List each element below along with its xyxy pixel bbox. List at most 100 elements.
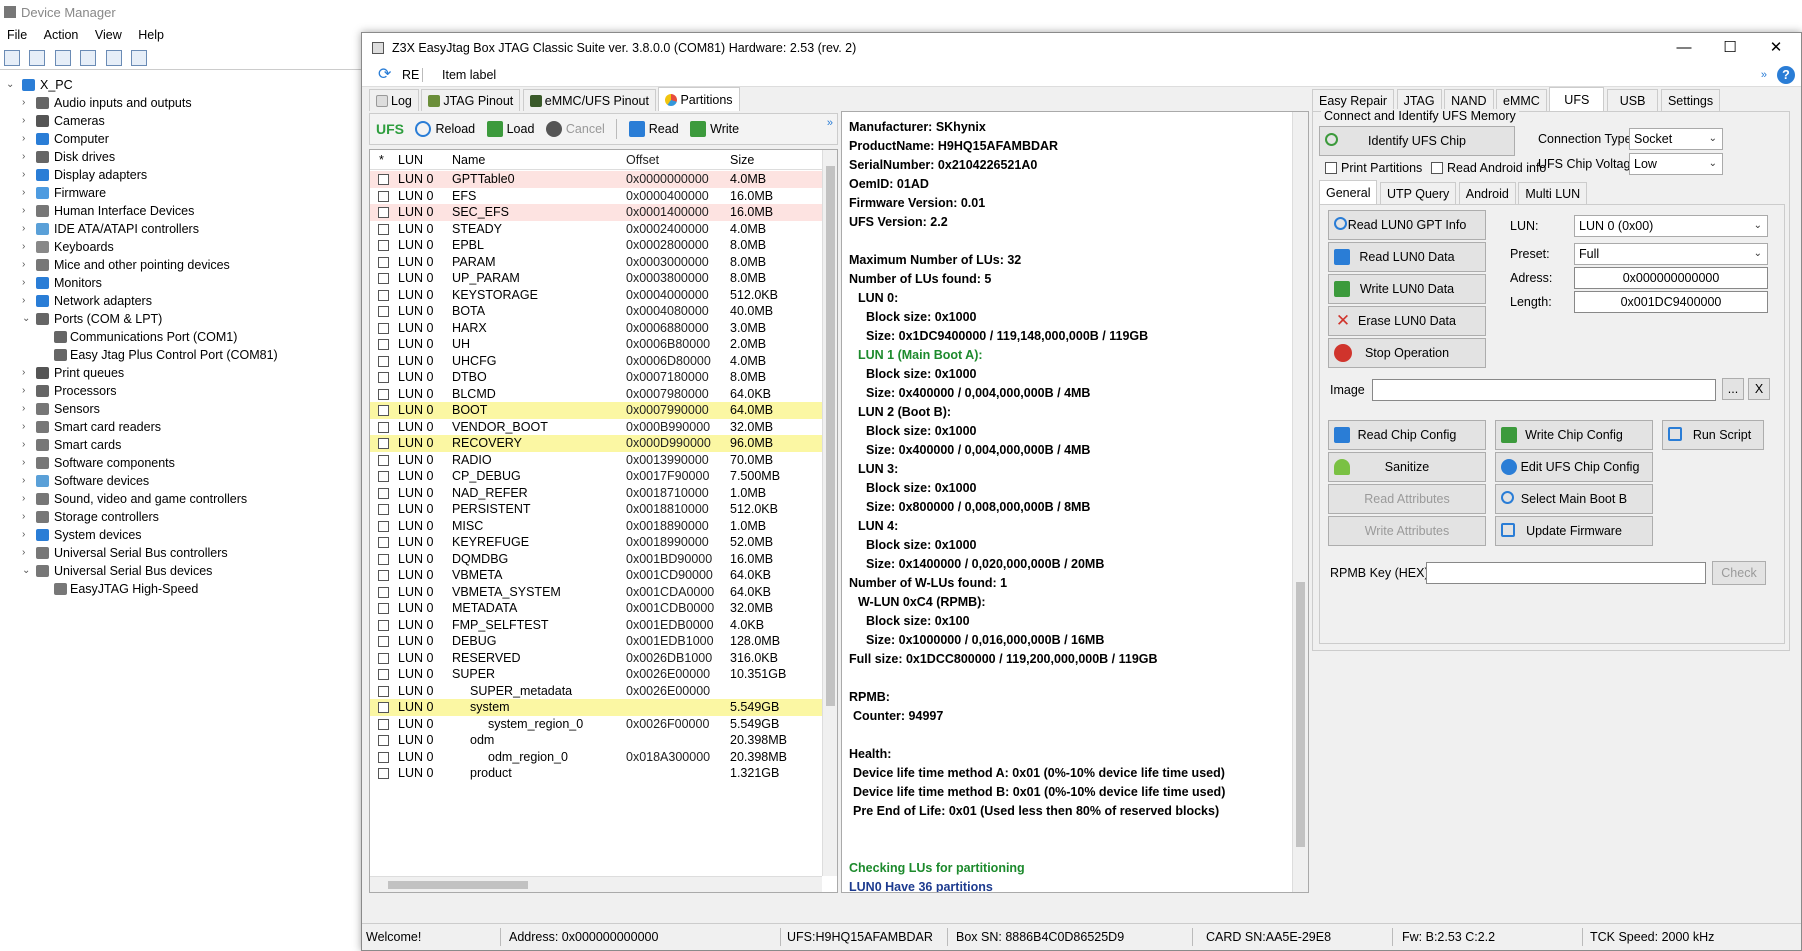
table-row[interactable]: LUN 0 VENDOR_BOOT 0x000B990000 32.0MB [370, 419, 822, 436]
row-checkbox[interactable] [378, 520, 389, 532]
read-data-button[interactable]: Read LUN0 Data [1328, 242, 1486, 272]
expand-arrow-icon[interactable]: › [22, 220, 25, 238]
tree-item[interactable]: › Computer [0, 130, 362, 148]
voltage-select[interactable]: Low ⌄ [1629, 153, 1723, 175]
expand-arrow-icon[interactable]: › [22, 544, 25, 562]
cancel-button[interactable]: Cancel [545, 114, 605, 144]
row-checkbox[interactable] [378, 372, 389, 383]
collapse-arrow-icon[interactable]: ⌄ [22, 310, 30, 328]
expand-arrow-icon[interactable]: › [22, 148, 25, 166]
tree-item[interactable]: EasyJTAG High-Speed [0, 580, 362, 598]
expand-arrow-icon[interactable]: › [22, 202, 25, 220]
expand-arrow-icon[interactable]: › [22, 508, 25, 526]
row-checkbox[interactable] [378, 702, 389, 713]
table-row[interactable]: LUN 0 CP_DEBUG 0x0017F90000 7.500MB [370, 468, 822, 485]
table-row[interactable]: LUN 0 UHCFG 0x0006D80000 4.0MB [370, 353, 822, 370]
expand-arrow-icon[interactable]: › [22, 130, 25, 148]
tree-item[interactable]: › Smart cards [0, 436, 362, 454]
menu-file[interactable]: File [7, 28, 27, 42]
read-button[interactable]: Read [628, 114, 679, 144]
table-row[interactable]: LUN 0 PERSISTENT 0x0018810000 512.0KB [370, 501, 822, 518]
row-checkbox[interactable] [378, 735, 389, 746]
row-checkbox[interactable] [378, 652, 389, 664]
tree-item[interactable]: › Disk drives [0, 148, 362, 166]
table-row[interactable]: LUN 0 NAD_REFER 0x0018710000 1.0MB [370, 485, 822, 502]
row-checkbox[interactable] [378, 322, 389, 334]
read-chip-config-button[interactable]: Read Chip Config [1328, 420, 1486, 450]
header-offset[interactable]: Offset [626, 150, 726, 170]
table-row[interactable]: LUN 0 SUPER 0x0026E00000 10.351GB [370, 666, 822, 683]
tree-item[interactable]: › Storage controllers [0, 508, 362, 526]
forward-icon[interactable] [29, 50, 46, 66]
table-row[interactable]: LUN 0 KEYSTORAGE 0x0004000000 512.0KB [370, 287, 822, 304]
row-checkbox[interactable] [378, 388, 389, 400]
header-lun[interactable]: LUN [398, 150, 450, 170]
monitor-scan-icon[interactable] [131, 50, 148, 66]
erase-data-button[interactable]: ✕ Erase LUN0 Data [1328, 306, 1486, 336]
sanitize-button[interactable]: Sanitize [1328, 452, 1486, 482]
tab-jtag[interactable]: JTAG [1396, 89, 1442, 111]
tree-item[interactable]: › Processors [0, 382, 362, 400]
view-icon[interactable] [105, 50, 122, 66]
tree-item[interactable]: › System devices [0, 526, 362, 544]
table-row[interactable]: LUN 0 DTBO 0x0007180000 8.0MB [370, 369, 822, 386]
expand-arrow-icon[interactable]: › [22, 238, 25, 256]
row-checkbox[interactable] [378, 487, 389, 499]
menu-action[interactable]: Action [44, 28, 79, 42]
table-row[interactable]: LUN 0 BLCMD 0x0007980000 64.0KB [370, 386, 822, 403]
table-row[interactable]: LUN 0 system 5.549GB [370, 699, 822, 716]
log-scrollbar[interactable] [1292, 112, 1308, 892]
row-checkbox[interactable] [378, 718, 389, 730]
help-icon[interactable] [80, 50, 97, 66]
refresh-icon[interactable]: ⟳ [378, 63, 391, 87]
table-row[interactable]: LUN 0 BOOT 0x0007990000 64.0MB [370, 402, 822, 419]
tree-item[interactable]: › IDE ATA/ATAPI controllers [0, 220, 362, 238]
close-button[interactable]: ✕ [1753, 33, 1799, 63]
table-row[interactable]: LUN 0 HARX 0x0006880000 3.0MB [370, 320, 822, 337]
row-checkbox[interactable] [378, 553, 389, 565]
tab-general[interactable]: General [1319, 180, 1378, 204]
row-checkbox[interactable] [378, 768, 389, 779]
expand-arrow-icon[interactable]: › [22, 400, 25, 418]
properties-icon[interactable] [54, 50, 71, 66]
table-row[interactable]: LUN 0 MISC 0x0018890000 1.0MB [370, 518, 822, 535]
tab-easy-repair[interactable]: Easy Repair [1312, 89, 1395, 111]
edit-chip-config-button[interactable]: Edit UFS Chip Config [1495, 452, 1653, 482]
read-android-info-checkbox[interactable] [1431, 162, 1443, 174]
tab-jtag-pinout[interactable]: JTAG Pinout [421, 89, 521, 111]
image-path-input[interactable] [1372, 379, 1716, 401]
expand-arrow-icon[interactable]: › [22, 256, 25, 274]
table-row[interactable]: LUN 0 UP_PARAM 0x0003800000 8.0MB [370, 270, 822, 287]
tree-item[interactable]: Communications Port (COM1) [0, 328, 362, 346]
header-size[interactable]: Size [730, 150, 822, 170]
vertical-scrollbar[interactable] [822, 150, 837, 876]
expand-arrow-icon[interactable]: › [22, 166, 25, 184]
tab-android[interactable]: Android [1458, 182, 1516, 204]
tab-utp-query[interactable]: UTP Query [1379, 182, 1457, 204]
tree-item[interactable]: › Network adapters [0, 292, 362, 310]
row-checkbox[interactable] [378, 603, 389, 614]
expand-arrow-icon[interactable]: › [22, 364, 25, 382]
table-row[interactable]: LUN 0 VBMETA 0x001CD90000 64.0KB [370, 567, 822, 584]
table-row[interactable]: LUN 0 STEADY 0x0002400000 4.0MB [370, 221, 822, 238]
tree-item[interactable]: › Universal Serial Bus controllers [0, 544, 362, 562]
row-checkbox[interactable] [378, 438, 389, 449]
tab-emmc[interactable]: eMMC [1496, 89, 1547, 111]
tree-item[interactable]: Easy Jtag Plus Control Port (COM81) [0, 346, 362, 364]
tab-emmc-ufs-pinout[interactable]: eMMC/UFS Pinout [522, 89, 656, 111]
table-row[interactable]: LUN 0 odm_region_0 0x018A300000 20.398MB [370, 749, 822, 766]
table-row[interactable]: LUN 0 RECOVERY 0x000D990000 96.0MB [370, 435, 822, 452]
read-attributes-button[interactable]: Read Attributes [1328, 484, 1486, 514]
tree-item[interactable]: ⌄ Universal Serial Bus devices [0, 562, 362, 580]
table-row[interactable]: LUN 0 EFS 0x0000400000 16.0MB [370, 188, 822, 205]
write-attributes-button[interactable]: Write Attributes [1328, 516, 1486, 546]
table-row[interactable]: LUN 0 UH 0x0006B80000 2.0MB [370, 336, 822, 353]
row-checkbox[interactable] [378, 619, 389, 631]
tab-ufs[interactable]: UFS [1549, 87, 1605, 111]
scroll-thumb[interactable] [388, 881, 528, 889]
row-checkbox[interactable] [378, 504, 389, 515]
row-checkbox[interactable] [378, 174, 389, 185]
row-checkbox[interactable] [378, 306, 389, 317]
row-checkbox[interactable] [378, 586, 389, 598]
table-row[interactable]: LUN 0 RADIO 0x0013990000 70.0MB [370, 452, 822, 469]
